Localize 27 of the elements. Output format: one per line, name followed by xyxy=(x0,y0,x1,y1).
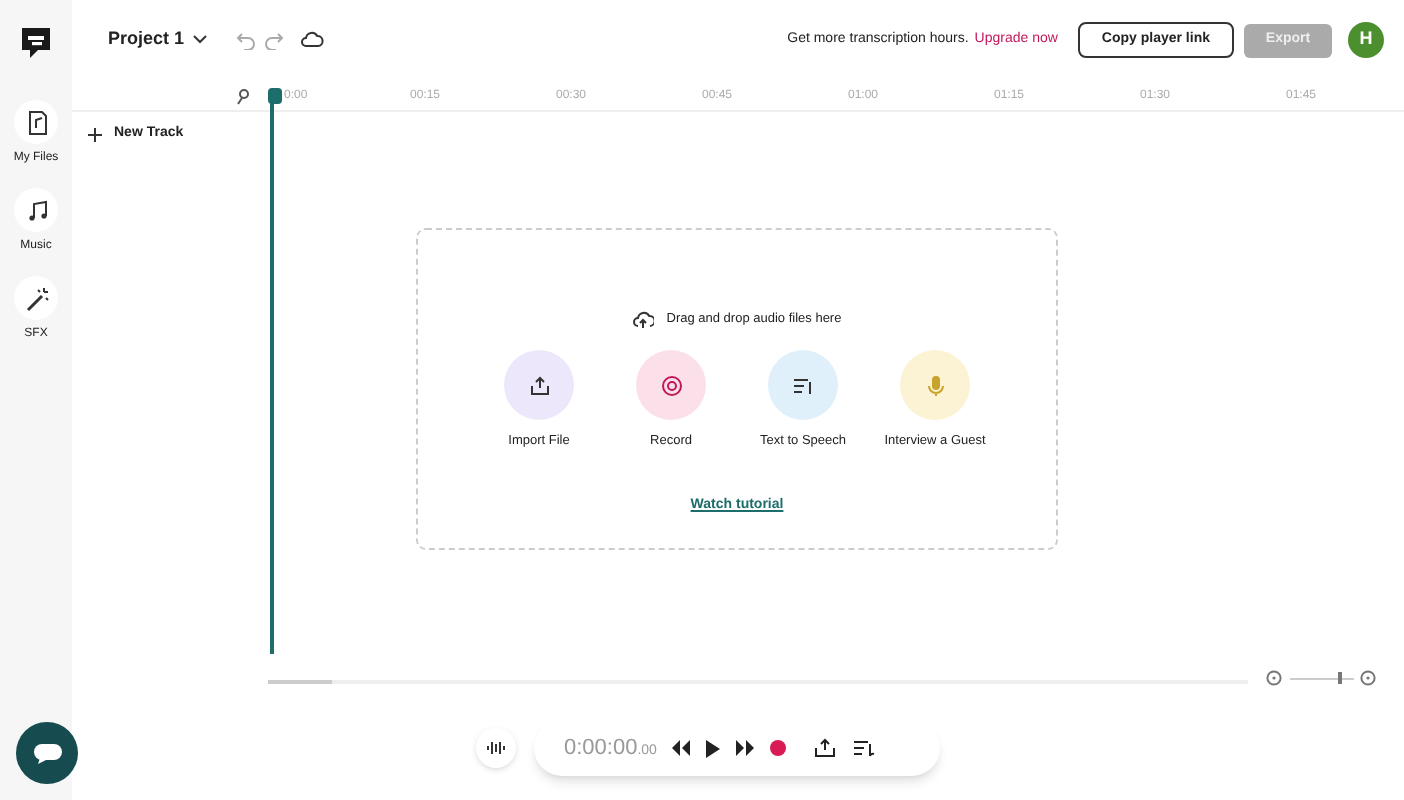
share-icon[interactable] xyxy=(814,738,837,758)
zoom-slider[interactable] xyxy=(1290,672,1354,684)
wand-icon xyxy=(23,285,49,311)
music-note-icon xyxy=(23,197,49,223)
fast-forward-icon[interactable] xyxy=(736,740,755,756)
rewind-icon[interactable] xyxy=(672,740,691,756)
zoom-out-icon[interactable] xyxy=(1266,670,1282,686)
play-icon[interactable] xyxy=(706,739,721,757)
scrollbar-thumb[interactable] xyxy=(268,680,332,684)
music-file-icon xyxy=(23,109,49,135)
chat-button[interactable] xyxy=(16,722,78,784)
cloud-icon[interactable] xyxy=(300,30,325,50)
chat-bubble-icon xyxy=(31,741,63,765)
waveform-icon xyxy=(486,740,506,756)
waveform-button[interactable] xyxy=(476,728,516,768)
project-dropdown[interactable]: Project 1 xyxy=(108,26,209,54)
upload-icon xyxy=(525,371,553,399)
playhead-handle[interactable] xyxy=(268,88,282,104)
zoom-in-icon[interactable] xyxy=(1360,670,1376,686)
text-lines-icon[interactable] xyxy=(852,738,877,758)
record-icon[interactable] xyxy=(770,740,787,756)
upload-cloud-icon xyxy=(632,310,655,330)
avatar[interactable]: H xyxy=(1348,22,1384,58)
chevron-down-icon xyxy=(192,34,209,46)
record-icon xyxy=(657,371,685,399)
plus-icon xyxy=(88,127,102,142)
logo-icon[interactable] xyxy=(18,24,54,64)
